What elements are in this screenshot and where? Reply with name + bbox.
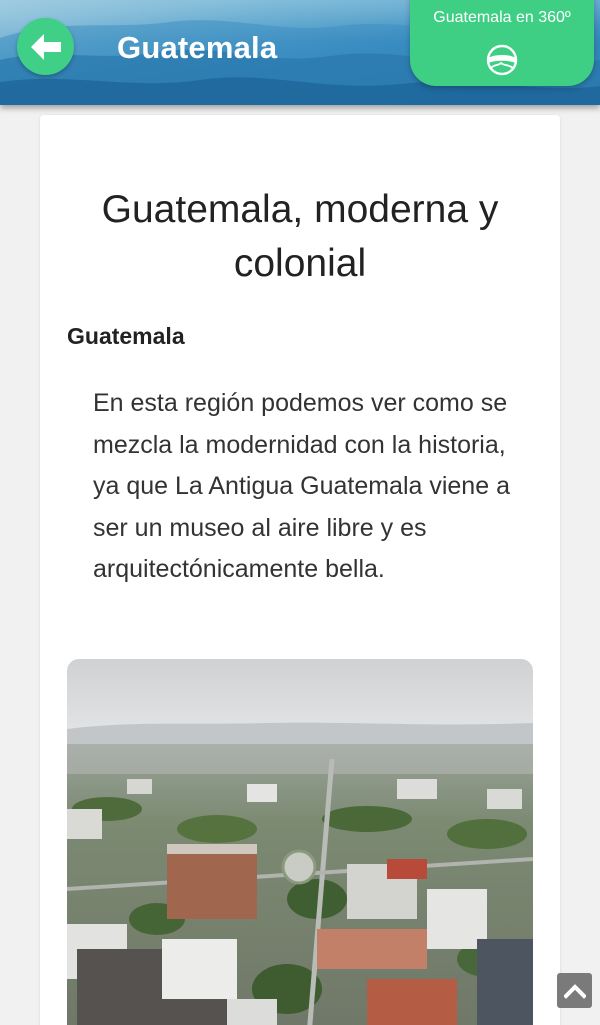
scroll-to-top-button[interactable] xyxy=(557,973,592,1008)
city-aerial-photo xyxy=(67,659,533,1025)
panorama-360-button[interactable]: Guatemala en 360º xyxy=(410,0,594,86)
back-button[interactable] xyxy=(17,18,74,75)
chevron-up-icon xyxy=(563,983,586,999)
city-aerial-image xyxy=(67,659,533,1025)
card-subtitle: Guatemala xyxy=(67,323,185,349)
card-description: En esta región podemos ver como se mezcl… xyxy=(93,389,510,583)
card-title: Guatemala, moderna y colonial xyxy=(101,188,499,285)
content-card: Guatemala, moderna y colonial Guatemala … xyxy=(40,115,560,1025)
arrow-left-icon xyxy=(30,33,61,60)
page-title: Guatemala xyxy=(117,30,278,65)
panorama-360-label: Guatemala en 360º xyxy=(433,9,571,26)
panorama-360-icon xyxy=(486,44,518,76)
app-header: Guatemala Guatemala en 360º xyxy=(0,0,600,105)
